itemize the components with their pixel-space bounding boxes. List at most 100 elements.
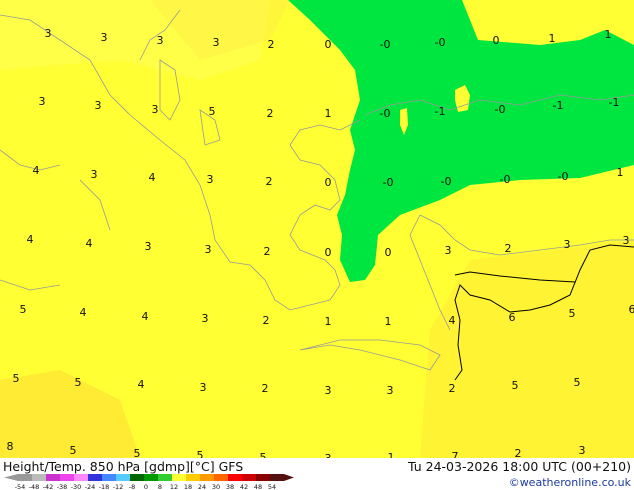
contour-value: 3 (207, 173, 214, 186)
contour-value: 3 (39, 95, 46, 108)
contour-value: 1 (325, 107, 332, 120)
contour-value: -0 (380, 107, 391, 120)
contour-value: 3 (95, 99, 102, 112)
legend-tick-label: -48 (29, 483, 40, 490)
contour-value: 3 (579, 444, 586, 457)
legend-tick-label: -42 (43, 483, 54, 490)
contour-value: 2 (263, 314, 270, 327)
contour-value: 3 (91, 168, 98, 181)
contour-value: 5 (75, 376, 82, 389)
legend-swatch (200, 474, 214, 481)
contour-value: 5 (209, 105, 216, 118)
contour-value: -0 (500, 173, 511, 186)
legend-tick-label: 24 (198, 483, 206, 490)
contour-value: 3 (325, 384, 332, 397)
contour-value: 3 (200, 381, 207, 394)
legend-swatch (74, 474, 88, 481)
legend-tick-label: 12 (170, 483, 178, 490)
contour-value: 5 (512, 379, 519, 392)
legend-swatch (46, 474, 60, 481)
legend-tick-label: -18 (99, 483, 110, 490)
contour-value: 3 (623, 234, 630, 247)
contour-value: 2 (449, 382, 456, 395)
contour-value: 0 (385, 246, 392, 259)
contour-value: 3 (205, 243, 212, 256)
contour-value: 4 (138, 378, 145, 391)
contour-value: 4 (80, 306, 87, 319)
legend-tick-label: -8 (129, 483, 135, 490)
contour-value: 2 (266, 175, 273, 188)
legend-swatch (186, 474, 200, 481)
map-canvas: 3 3 3 3 2 0 -0 -0 0 1 1 3 3 3 5 2 1 -0 -1 -0 -1 -1 4 3 4 3 2 0 -0 -0 -… (0, 0, 634, 490)
contour-value: 5 (574, 376, 581, 389)
legend-tick-label: -24 (85, 483, 96, 490)
contour-value: 0 (325, 246, 332, 259)
legend-swatch (270, 474, 284, 481)
contour-value: 2 (264, 245, 271, 258)
weather-map: 3 3 3 3 2 0 -0 -0 0 1 1 3 3 3 5 2 1 -0 -1 -0 -1 -1 4 3 4 3 2 0 -0 -0 -… (0, 0, 634, 490)
map-title: Height/Temp. 850 hPa [gdmp][°C] GFS (3, 459, 243, 474)
contour-value: 1 (549, 32, 556, 45)
contour-value: -1 (553, 99, 564, 112)
legend-tick-label: 38 (226, 483, 234, 490)
contour-value: -0 (435, 36, 446, 49)
contour-value: 4 (86, 237, 93, 250)
legend-swatch (32, 474, 46, 481)
contour-value: 2 (267, 107, 274, 120)
contour-value: 4 (449, 314, 456, 327)
contour-value: 0 (325, 38, 332, 51)
contour-value: 3 (564, 238, 571, 251)
contour-value: -0 (495, 103, 506, 116)
contour-value: 3 (387, 384, 394, 397)
contour-value: -1 (435, 105, 446, 118)
legend-tick-label: 0 (144, 483, 148, 490)
contour-value: 3 (101, 31, 108, 44)
legend-tick-label: 42 (240, 483, 248, 490)
legend-swatch (88, 474, 102, 481)
contour-value: 3 (45, 27, 52, 40)
contour-value: 1 (325, 315, 332, 328)
contour-value: 4 (149, 171, 156, 184)
contour-value: 5 (20, 303, 27, 316)
contour-value: 3 (213, 36, 220, 49)
legend-swatch (18, 474, 32, 481)
contour-value: 1 (605, 28, 612, 41)
contour-value: -0 (558, 170, 569, 183)
contour-value: -1 (609, 96, 620, 109)
contour-value: 5 (13, 372, 20, 385)
legend-tick-label: 18 (184, 483, 192, 490)
contour-value: 8 (7, 440, 14, 453)
contour-value: 6 (509, 311, 516, 324)
contour-value: 2 (505, 242, 512, 255)
legend-swatch (256, 474, 270, 481)
forecast-datetime: Tu 24-03-2026 18:00 UTC (00+210) (407, 459, 631, 474)
contour-value: 0 (493, 34, 500, 47)
legend-swatch (116, 474, 130, 481)
legend-tick-label: -12 (113, 483, 124, 490)
legend-tick-label: 30 (212, 483, 220, 490)
legend-tick-label: -54 (15, 483, 26, 490)
contour-value: 1 (617, 166, 624, 179)
legend-tick-label: 8 (158, 483, 162, 490)
legend-swatch (60, 474, 74, 481)
contour-value: 3 (145, 240, 152, 253)
contour-value: 1 (385, 315, 392, 328)
contour-value: 3 (152, 103, 159, 116)
legend-swatch (144, 474, 158, 481)
contour-value: 5 (569, 307, 576, 320)
contour-value: -0 (380, 38, 391, 51)
legend-swatch (130, 474, 144, 481)
contour-value: 4 (27, 233, 34, 246)
legend-swatch (102, 474, 116, 481)
legend-tick-label: 54 (268, 483, 276, 490)
legend-tick-label: -30 (71, 483, 82, 490)
contour-value: 0 (325, 176, 332, 189)
contour-value: 4 (33, 164, 40, 177)
contour-value: 2 (262, 382, 269, 395)
legend-swatch (214, 474, 228, 481)
copyright: ©weatheronline.co.uk (509, 476, 632, 489)
contour-value: 2 (268, 38, 275, 51)
contour-value: 3 (445, 244, 452, 257)
legend-swatch (242, 474, 256, 481)
contour-value: 3 (157, 34, 164, 47)
